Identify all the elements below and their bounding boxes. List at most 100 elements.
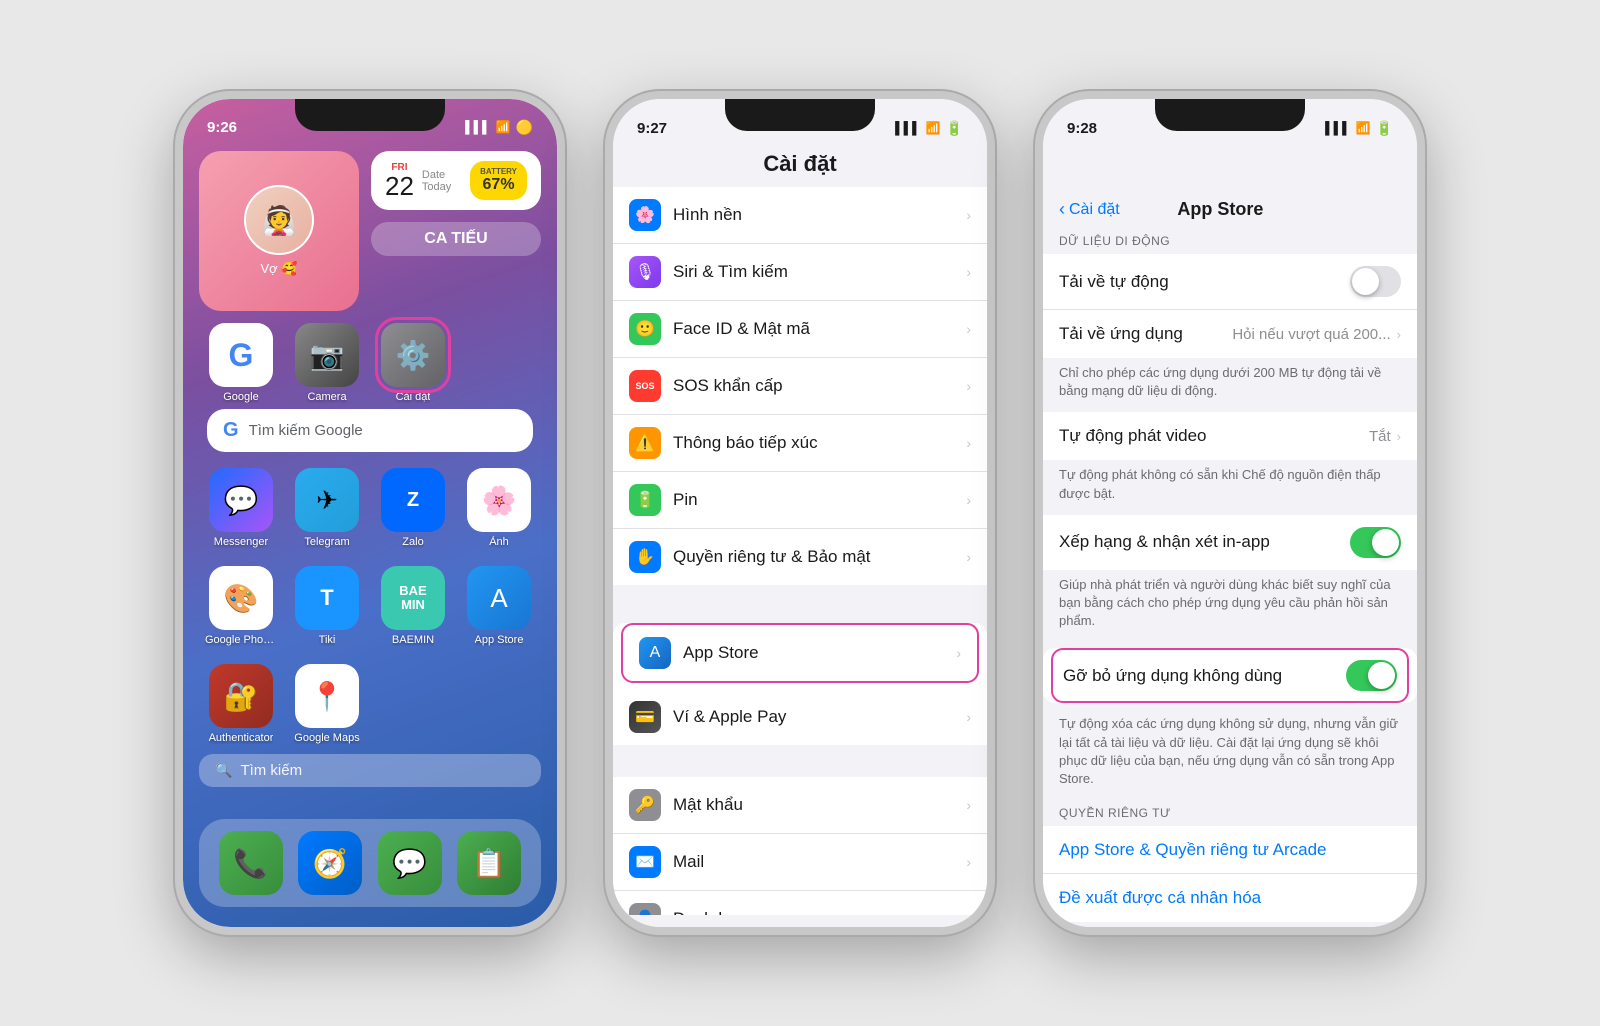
battery-settings-icon: 🔋 bbox=[629, 484, 661, 516]
faceid-label: Face ID & Mật mã bbox=[673, 319, 954, 339]
toggle-knob bbox=[1352, 268, 1379, 295]
app-appstore[interactable]: A App Store bbox=[463, 566, 535, 646]
phone2-screen: 9:27 ▌▌▌ 📶 🔋 Cài đặt 🌸 Hình nền › 🎙 bbox=[613, 99, 987, 927]
dock-phone[interactable]: 📞 bbox=[219, 831, 283, 895]
ratings-row[interactable]: Xếp hạng & nhận xét in-app bbox=[1043, 515, 1417, 570]
separator-1 bbox=[613, 585, 987, 617]
app-maps[interactable]: 📍 Google Maps bbox=[291, 664, 363, 744]
app-photos[interactable]: 🌸 Ảnh bbox=[463, 468, 535, 548]
taive-ungdung-label: Tải về ứng dụng bbox=[1059, 324, 1232, 344]
battery-label: Pin bbox=[673, 490, 954, 510]
privacy-arcade-row[interactable]: App Store & Quyền riêng tư Arcade bbox=[1043, 826, 1417, 874]
settings-page-title: Cài đặt bbox=[633, 151, 967, 177]
settings-row-privacy[interactable]: ✋ Quyền riêng tư & Bảo mật › bbox=[613, 529, 987, 585]
dock-safari[interactable]: 🧭 bbox=[298, 831, 362, 895]
settings-row-contact[interactable]: ⚠️ Thông báo tiếp xúc › bbox=[613, 415, 987, 472]
dock-facetime[interactable]: 📋 bbox=[457, 831, 521, 895]
appstore-label: App Store bbox=[475, 634, 524, 646]
settings-row-sos[interactable]: SOS SOS khẩn cấp › bbox=[613, 358, 987, 415]
status-icons-2: ▌▌▌ 📶 🔋 bbox=[895, 120, 963, 137]
app-telegram[interactable]: ✈ Telegram bbox=[291, 468, 363, 548]
gphotos-label: Google Photos bbox=[205, 634, 277, 646]
settings-scroll[interactable]: 🌸 Hình nền › 🎙 Siri & Tìm kiếm › 🙂 Face … bbox=[613, 187, 987, 915]
messenger-icon: 💬 bbox=[209, 468, 273, 532]
back-label: Cài đặt bbox=[1069, 201, 1120, 219]
battery-icon-1: 🟡 bbox=[516, 119, 533, 136]
phone-3: 9:28 ▌▌▌ 📶 🔋 ‹ Cài đặt App Store DỮ LIỆU… bbox=[1035, 91, 1425, 935]
app-google[interactable]: G Google bbox=[205, 323, 277, 403]
taive-tudong-row[interactable]: Tải về tự động bbox=[1043, 254, 1417, 310]
home-widgets: 👰 Vợ 🥰 FRI 22 Date Today BATTERY 67% bbox=[183, 143, 557, 313]
taive-ungdung-row[interactable]: Tải về ứng dụng Hỏi nếu vượt quá 200... … bbox=[1043, 310, 1417, 358]
signal-icon-2: ▌▌▌ bbox=[895, 121, 921, 135]
photos-label: Ảnh bbox=[489, 536, 509, 548]
settings-row-battery[interactable]: 🔋 Pin › bbox=[613, 472, 987, 529]
right-widgets: FRI 22 Date Today BATTERY 67% CA TIẾU bbox=[371, 151, 541, 313]
settings-row-siri[interactable]: 🎙 Siri & Tìm kiếm › bbox=[613, 244, 987, 301]
sos-icon: SOS bbox=[629, 370, 661, 402]
app-settings[interactable]: ⚙️ Cài đặt bbox=[377, 323, 449, 403]
phone-2: 9:27 ▌▌▌ 📶 🔋 Cài đặt 🌸 Hình nền › 🎙 bbox=[605, 91, 995, 935]
settings-row-faceid[interactable]: 🙂 Face ID & Mật mã › bbox=[613, 301, 987, 358]
tuphat-value: Tắt bbox=[1369, 428, 1391, 445]
settings-row-hinhanh[interactable]: 🌸 Hình nền › bbox=[613, 187, 987, 244]
camera-label: Camera bbox=[307, 391, 346, 403]
remove-apps-toggle[interactable] bbox=[1346, 660, 1397, 691]
contact-widget[interactable]: 👰 Vợ 🥰 bbox=[199, 151, 359, 311]
appstore-nav: ‹ Cài đặt App Store bbox=[1043, 143, 1417, 228]
google-search-text: Tìm kiếm Google bbox=[249, 422, 517, 439]
auth-icon: 🔐 bbox=[209, 664, 273, 728]
wallet-label: Ví & Apple Pay bbox=[673, 707, 954, 727]
siri-label: Siri & Tìm kiếm bbox=[673, 262, 954, 282]
privacy-personal-row[interactable]: Đề xuất được cá nhân hóa bbox=[1043, 874, 1417, 922]
google-label: Google bbox=[223, 391, 258, 403]
tuphat-group: Tự động phát video Tắt › bbox=[1043, 412, 1417, 460]
appstore-settings-scroll[interactable]: DỮ LIỆU DI ĐỘNG Tải về tự động Tải về ứn… bbox=[1043, 228, 1417, 927]
ratings-group: Xếp hạng & nhận xét in-app bbox=[1043, 515, 1417, 570]
settings-row-danhba[interactable]: 👤 Danh bạ › bbox=[613, 891, 987, 915]
settings-row-appstore[interactable]: A App Store › bbox=[621, 623, 979, 683]
avatar: 👰 bbox=[244, 185, 314, 255]
settings-row-mail[interactable]: ✉️ Mail › bbox=[613, 834, 987, 891]
app-baemin[interactable]: BAEMIN BAEMIN bbox=[377, 566, 449, 646]
taive-tudong-label: Tải về tự động bbox=[1059, 272, 1350, 292]
hinhanh-label: Hình nền bbox=[673, 205, 954, 225]
google-search-widget[interactable]: G Tìm kiếm Google bbox=[207, 409, 533, 452]
baemin-label: BAEMIN bbox=[392, 634, 434, 646]
app-tiki[interactable]: T Tiki bbox=[291, 566, 363, 646]
maps-label: Google Maps bbox=[294, 732, 359, 744]
date-widget[interactable]: FRI 22 Date Today BATTERY 67% bbox=[371, 151, 541, 210]
app-empty2 bbox=[377, 664, 449, 744]
remove-apps-row[interactable]: Gỡ bỏ ứng dụng không dùng bbox=[1051, 648, 1409, 703]
settings-row-wallet[interactable]: 💳 Ví & Apple Pay › bbox=[613, 689, 987, 745]
tuphat-video-row[interactable]: Tự động phát video Tắt › bbox=[1043, 412, 1417, 460]
page-title: App Store bbox=[1177, 199, 1263, 220]
app-gphotos[interactable]: 🎨 Google Photos bbox=[205, 566, 277, 646]
dock-messages[interactable]: 💬 bbox=[378, 831, 442, 895]
home-search-bar[interactable]: 🔍 Tìm kiếm bbox=[199, 754, 541, 787]
back-button[interactable]: ‹ Cài đặt bbox=[1059, 199, 1120, 220]
settings-row-matkhau[interactable]: 🔑 Mật khẩu › bbox=[613, 777, 987, 834]
auth-label: Authenticator bbox=[209, 732, 274, 744]
privacy-group: App Store & Quyền riêng tư Arcade Đề xuấ… bbox=[1043, 826, 1417, 922]
app-empty bbox=[463, 323, 535, 403]
app-authenticator[interactable]: 🔐 Authenticator bbox=[205, 664, 277, 744]
ratings-toggle[interactable] bbox=[1350, 527, 1401, 558]
app-camera[interactable]: 📷 Camera bbox=[291, 323, 363, 403]
remove-apps-label: Gỡ bỏ ứng dụng không dùng bbox=[1063, 666, 1346, 686]
taive-ungdung-value: Hỏi nếu vượt quá 200... bbox=[1232, 326, 1390, 343]
taive-description: Chỉ cho phép các ứng dụng dưới 200 MB tự… bbox=[1043, 358, 1417, 412]
siri-icon: 🎙 bbox=[629, 256, 661, 288]
taive-tudong-toggle[interactable] bbox=[1350, 266, 1401, 297]
app-zalo[interactable]: Z Zalo bbox=[377, 468, 449, 548]
app-messenger[interactable]: 💬 Messenger bbox=[205, 468, 277, 548]
privacy-header: QUYỀN RIÊNG TƯ bbox=[1043, 800, 1417, 826]
phone3-screen: 9:28 ▌▌▌ 📶 🔋 ‹ Cài đặt App Store DỮ LIỆU… bbox=[1043, 99, 1417, 927]
back-chevron-icon: ‹ bbox=[1059, 199, 1065, 220]
privacy-arcade-link: App Store & Quyền riêng tư Arcade bbox=[1059, 840, 1326, 860]
zalo-icon: Z bbox=[381, 468, 445, 532]
settings-icon: ⚙️ bbox=[381, 323, 445, 387]
battery-icon-2: 🔋 bbox=[946, 120, 963, 137]
signal-icon-1: ▌▌▌ bbox=[465, 120, 491, 134]
battery-widget: BATTERY 67% bbox=[470, 161, 527, 200]
